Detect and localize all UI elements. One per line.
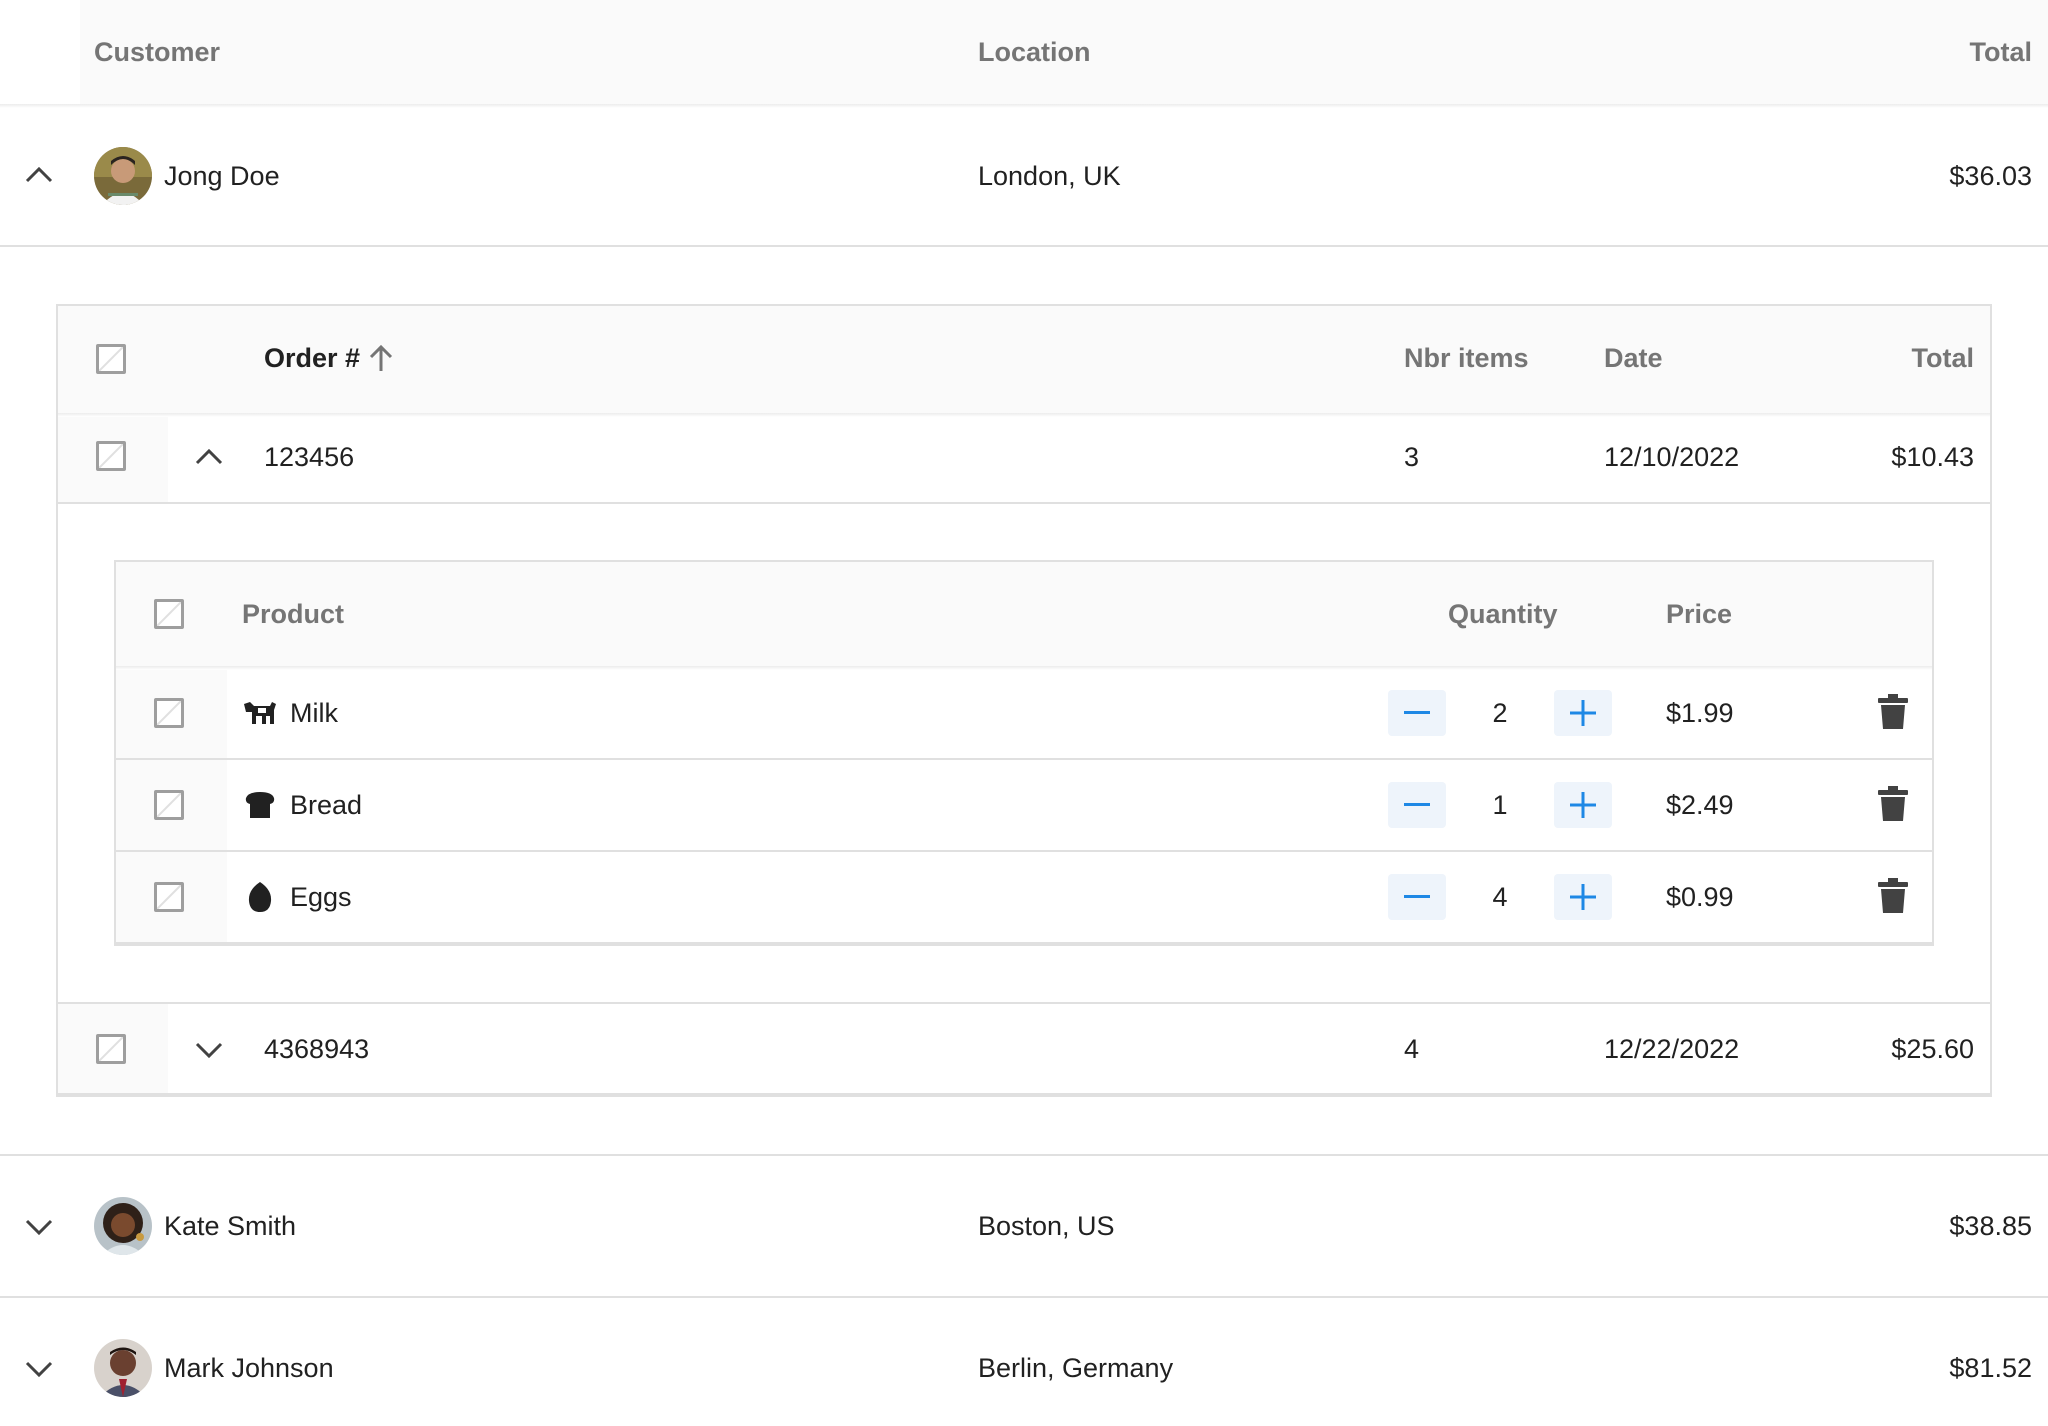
order-date: 12/22/2022 <box>1604 1034 1740 1064</box>
row-divider <box>0 245 2048 247</box>
minus-icon <box>1404 803 1430 806</box>
customer-total: $36.03 <box>1949 161 2032 191</box>
chevron-up-icon[interactable] <box>24 164 54 184</box>
order-items: 4 <box>1404 1034 1420 1064</box>
product-price: $0.99 <box>1666 882 1734 912</box>
column-header-total[interactable]: Total <box>1970 36 2033 68</box>
customer-name: Jong Doe <box>164 161 280 191</box>
minus-icon <box>1404 711 1430 714</box>
chevron-up-icon[interactable] <box>194 446 224 466</box>
order-row-checkbox[interactable] <box>96 441 126 471</box>
row-divider <box>58 1002 1990 1004</box>
product-name: Eggs <box>290 882 352 912</box>
plus-icon <box>1570 884 1596 910</box>
increase-quantity-button[interactable] <box>1554 782 1612 828</box>
column-header-price[interactable]: Price <box>1666 598 1732 630</box>
row-divider <box>58 502 1990 504</box>
row-divider <box>0 1296 2048 1298</box>
customer-total: $38.85 <box>1949 1211 2032 1241</box>
chevron-down-icon[interactable] <box>24 1360 54 1380</box>
select-all-products-checkbox[interactable] <box>154 599 184 629</box>
trash-icon[interactable] <box>1878 786 1908 822</box>
product-quantity: 4 <box>1492 882 1508 912</box>
product-price: $2.49 <box>1666 790 1734 820</box>
row-divider <box>0 1154 2048 1156</box>
column-header-order-total[interactable]: Total <box>1912 342 1975 374</box>
cow-icon <box>244 702 276 724</box>
product-name: Bread <box>290 790 363 820</box>
product-row-checkbox[interactable] <box>154 698 184 728</box>
orders-header-shadow <box>58 413 1990 417</box>
plus-icon <box>1570 700 1596 726</box>
product-row-checkbox[interactable] <box>154 882 184 912</box>
customer-name: Mark Johnson <box>164 1353 334 1383</box>
products-header <box>116 562 1932 666</box>
decrease-quantity-button[interactable] <box>1388 874 1446 920</box>
select-all-orders-checkbox[interactable] <box>96 344 126 374</box>
customer-total: $81.52 <box>1949 1353 2032 1383</box>
column-header-product[interactable]: Product <box>242 598 344 630</box>
decrease-quantity-button[interactable] <box>1388 782 1446 828</box>
order-total: $25.60 <box>1891 1034 1974 1064</box>
avatar <box>94 147 152 205</box>
product-quantity: 1 <box>1492 790 1508 820</box>
column-header-location[interactable]: Location <box>978 36 1091 68</box>
plus-icon <box>1570 792 1596 818</box>
column-header-nbr-items[interactable]: Nbr items <box>1404 342 1529 374</box>
order-number: 4368943 <box>264 1034 370 1064</box>
row-divider <box>116 758 1932 760</box>
order-date: 12/10/2022 <box>1604 442 1740 472</box>
trash-icon[interactable] <box>1878 878 1908 914</box>
decrease-quantity-button[interactable] <box>1388 690 1446 736</box>
product-price: $1.99 <box>1666 698 1734 728</box>
order-items: 3 <box>1404 442 1420 472</box>
avatar <box>94 1197 152 1255</box>
egg-icon <box>248 882 272 912</box>
product-row-checkbox[interactable] <box>154 790 184 820</box>
increase-quantity-button[interactable] <box>1554 874 1612 920</box>
product-name: Milk <box>290 698 338 728</box>
increase-quantity-button[interactable] <box>1554 690 1612 736</box>
column-header-date[interactable]: Date <box>1604 342 1663 374</box>
sort-ascending-icon[interactable] <box>368 343 394 373</box>
minus-icon <box>1404 895 1430 898</box>
customer-location: Berlin, Germany <box>978 1353 1174 1383</box>
order-number: 123456 <box>264 442 355 472</box>
customer-name: Kate Smith <box>164 1211 297 1241</box>
column-header-quantity[interactable]: Quantity <box>1448 598 1558 630</box>
product-quantity: 2 <box>1492 698 1508 728</box>
trash-icon[interactable] <box>1878 694 1908 730</box>
chevron-down-icon[interactable] <box>24 1218 54 1238</box>
column-header-order[interactable]: Order # <box>264 342 360 374</box>
chevron-down-icon[interactable] <box>194 1041 224 1061</box>
avatar <box>94 1339 152 1397</box>
column-header-customer[interactable]: Customer <box>94 36 220 68</box>
order-total: $10.43 <box>1891 442 1974 472</box>
products-header-shadow <box>116 666 1932 670</box>
customer-location: London, UK <box>978 161 1121 191</box>
order-row-checkbox[interactable] <box>96 1034 126 1064</box>
customers-header: Customer Location Total <box>0 0 2048 104</box>
row-divider <box>116 850 1932 852</box>
customer-location: Boston, US <box>978 1211 1115 1241</box>
bread-icon <box>245 792 275 818</box>
